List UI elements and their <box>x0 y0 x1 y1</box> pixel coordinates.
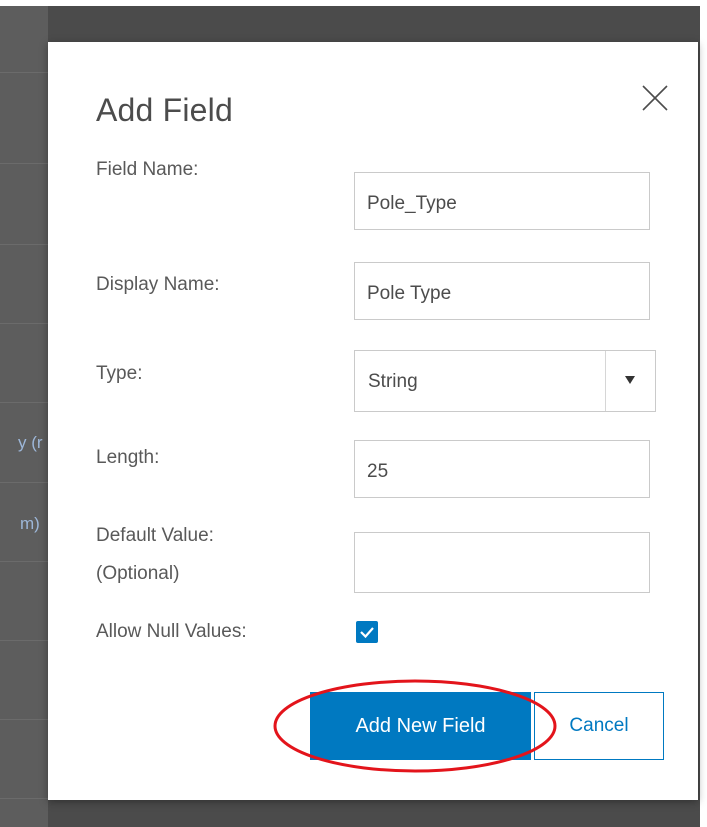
background-page: y (r m) <box>0 0 48 827</box>
add-new-field-button[interactable]: Add New Field <box>310 692 531 760</box>
add-field-dialog: Add Field Field Name: Display Name: Type… <box>48 42 698 800</box>
length-input[interactable] <box>355 441 649 497</box>
default-value-input-box[interactable] <box>354 532 650 593</box>
dialog-title: Add Field <box>96 92 233 128</box>
type-selected-value: String <box>368 371 418 392</box>
type-select[interactable]: String <box>354 350 656 412</box>
bg-divider <box>0 323 48 324</box>
bg-divider <box>0 798 48 799</box>
close-icon[interactable] <box>641 84 669 112</box>
top-edge <box>0 0 707 6</box>
bg-column-fragment: y (r <box>18 433 43 452</box>
bg-column-fragment: m) <box>20 514 40 533</box>
triangle-down-icon[interactable] <box>623 373 637 387</box>
bg-divider <box>0 640 48 641</box>
bg-divider <box>0 561 48 562</box>
length-label: Length: <box>96 447 160 468</box>
display-name-input-box[interactable] <box>354 262 650 320</box>
allow-null-checkbox[interactable] <box>356 621 378 643</box>
default-value-input[interactable] <box>355 533 649 592</box>
right-edge <box>700 0 707 827</box>
bg-divider <box>0 72 48 73</box>
bg-divider <box>0 402 48 403</box>
default-value-label: Default Value: <box>96 525 214 546</box>
field-name-input[interactable] <box>355 173 649 229</box>
default-value-optional-label: (Optional) <box>96 563 180 584</box>
allow-null-label: Allow Null Values: <box>96 621 247 642</box>
field-name-input-box[interactable] <box>354 172 650 230</box>
display-name-input[interactable] <box>355 263 649 319</box>
bg-divider <box>0 163 48 164</box>
bg-divider <box>0 719 48 720</box>
type-label: Type: <box>96 363 143 384</box>
select-divider <box>605 351 606 411</box>
cancel-button[interactable]: Cancel <box>534 692 664 760</box>
display-name-label: Display Name: <box>96 274 220 295</box>
checkmark-icon <box>360 627 374 639</box>
field-name-label: Field Name: <box>96 159 199 180</box>
bg-divider <box>0 482 48 483</box>
bg-divider <box>0 244 48 245</box>
length-input-box[interactable] <box>354 440 650 498</box>
